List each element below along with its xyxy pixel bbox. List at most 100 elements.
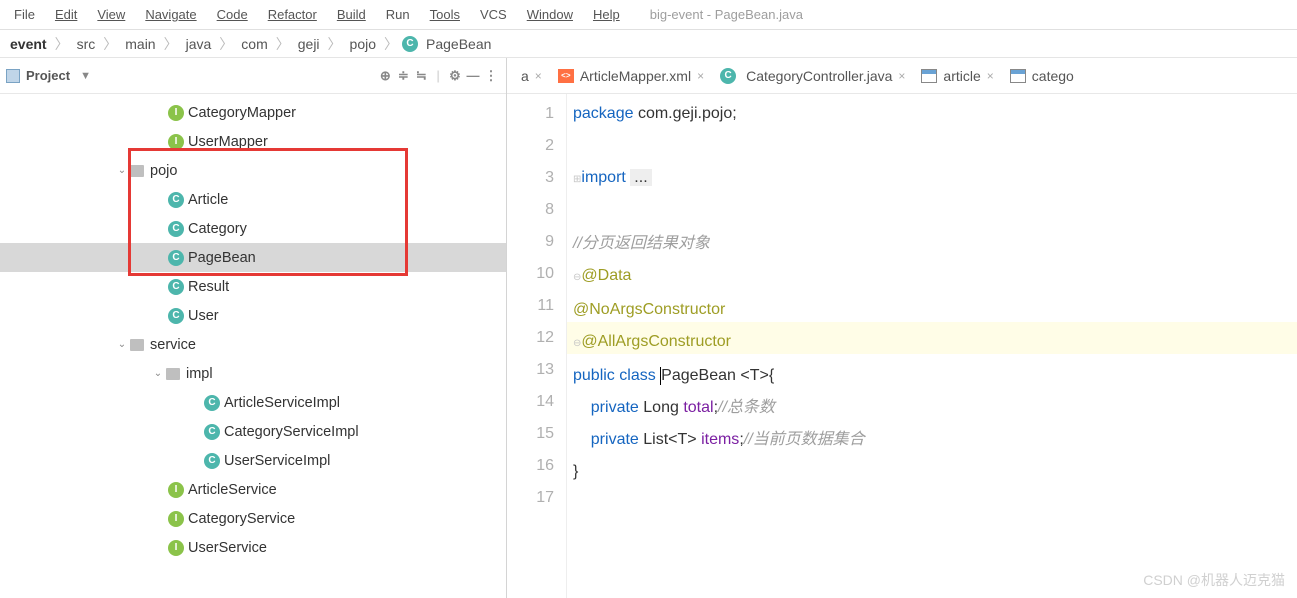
code-editor[interactable]: package com.geji.pojo; ⊞import ... //分页返… [567,94,1297,598]
crumb-class[interactable]: PageBean [422,34,495,54]
tab-article-table[interactable]: article× [913,64,1001,88]
project-tree[interactable]: ICategoryMapperIUserMapper⌄pojoCArticleC… [0,94,506,566]
menu-file[interactable]: File [4,3,45,26]
menu-window[interactable]: Window [517,3,583,26]
crumb-com[interactable]: com [237,34,271,54]
tab-articlemapper[interactable]: <>ArticleMapper.xml× [550,64,712,88]
expand-all-icon[interactable]: ≑ [394,67,412,85]
project-icon [6,69,20,83]
class-icon: C [720,68,736,84]
gear-icon[interactable]: ⚙ [446,67,464,85]
tree-label: service [150,337,196,353]
tree-item-article[interactable]: CArticle [0,185,506,214]
editor-area: a× <>ArticleMapper.xml× CCategoryControl… [507,58,1297,598]
tree-item-impl[interactable]: ⌄ impl [0,359,506,388]
hide-icon[interactable]: ⋮ [482,67,500,85]
tree-label: CategoryService [188,511,295,527]
line-number[interactable]: 16 [507,450,554,482]
tree-item-category[interactable]: CCategory [0,214,506,243]
line-number[interactable]: 12 [507,322,554,354]
iface-icon: I [168,482,184,498]
tree-item-userserviceimpl[interactable]: CUserServiceImpl [0,446,506,475]
tree-item-categoryservice[interactable]: ICategoryService [0,504,506,533]
chevron-icon[interactable]: ⌄ [114,339,130,350]
menu-refactor[interactable]: Refactor [258,3,327,26]
crumb-src[interactable]: src [73,34,100,54]
tree-item-userservice[interactable]: IUserService [0,533,506,562]
crumb-main[interactable]: main [121,34,159,54]
menu-navigate[interactable]: Navigate [135,3,206,26]
tree-item-categorymapper[interactable]: ICategoryMapper [0,98,506,127]
tree-label: pojo [150,163,177,179]
folder-icon [130,339,144,351]
locate-icon[interactable]: ⊕ [376,67,394,85]
line-number[interactable]: 10 [507,258,554,290]
line-number[interactable]: 11 [507,290,554,322]
tree-item-pagebean[interactable]: CPageBean [0,243,506,272]
project-tool-window: Project ▼ ⊕ ≑ ≒ | ⚙ — ⋮ ICategoryMapperI… [0,58,507,598]
class-icon: C [204,395,220,411]
line-number[interactable]: 17 [507,482,554,514]
tab-partial[interactable]: a× [513,64,550,88]
close-icon[interactable]: × [535,69,542,83]
close-icon[interactable]: × [898,69,905,83]
line-number[interactable]: 3 [507,162,554,194]
tree-label: UserMapper [188,134,268,150]
line-number[interactable]: 14 [507,386,554,418]
tree-item-articleservice[interactable]: IArticleService [0,475,506,504]
close-icon[interactable]: × [697,69,704,83]
line-number[interactable]: 1 [507,98,554,130]
tree-label: ArticleService [188,482,277,498]
tree-item-user[interactable]: CUser [0,301,506,330]
menu-build[interactable]: Build [327,3,376,26]
collapse-all-icon[interactable]: ≒ [412,67,430,85]
class-icon: C [168,192,184,208]
table-icon [1010,69,1026,83]
line-number[interactable]: 13 [507,354,554,386]
tree-item-usermapper[interactable]: IUserMapper [0,127,506,156]
tree-label: Article [188,192,228,208]
tree-item-articleserviceimpl[interactable]: CArticleServiceImpl [0,388,506,417]
gutter[interactable]: 123891011121314151617 [507,94,567,598]
menu-code[interactable]: Code [207,3,258,26]
tree-label: CategoryMapper [188,105,296,121]
menu-tools[interactable]: Tools [420,3,470,26]
project-label[interactable]: Project [26,68,70,83]
line-number[interactable]: 9 [507,226,554,258]
crumb-java[interactable]: java [182,34,216,54]
line-number[interactable]: 15 [507,418,554,450]
tree-label: ArticleServiceImpl [224,395,340,411]
line-number[interactable]: 2 [507,130,554,162]
iface-icon: I [168,540,184,556]
folder-icon [166,368,180,380]
crumb-project[interactable]: event [6,34,51,54]
tree-label: impl [186,366,213,382]
editor-tabs: a× <>ArticleMapper.xml× CCategoryControl… [507,58,1297,94]
tree-item-service[interactable]: ⌄ service [0,330,506,359]
tab-catego-table[interactable]: catego [1002,64,1082,88]
window-title: big-event - PageBean.java [650,7,803,22]
crumb-geji[interactable]: geji [294,34,324,54]
xml-icon: <> [558,69,574,83]
class-icon: C [168,279,184,295]
chevron-down-icon[interactable]: ▼ [80,70,91,82]
iface-icon: I [168,134,184,150]
chevron-icon[interactable]: ⌄ [114,165,130,176]
tree-item-pojo[interactable]: ⌄ pojo [0,156,506,185]
breadcrumb: event〉 src〉 main〉 java〉 com〉 geji〉 pojo〉… [0,30,1297,58]
menu-help[interactable]: Help [583,3,630,26]
menu-edit[interactable]: Edit [45,3,87,26]
line-number[interactable]: 8 [507,194,554,226]
tree-item-result[interactable]: CResult [0,272,506,301]
tree-item-categoryserviceimpl[interactable]: CCategoryServiceImpl [0,417,506,446]
crumb-pojo[interactable]: pojo [346,34,380,54]
menu-vcs[interactable]: VCS [470,3,517,26]
tab-categorycontroller[interactable]: CCategoryController.java× [712,64,913,88]
menu-run[interactable]: Run [376,3,420,26]
chevron-icon[interactable]: ⌄ [150,368,166,379]
menu-view[interactable]: View [87,3,135,26]
minimize-icon[interactable]: — [464,67,482,85]
folder-icon [130,165,144,177]
watermark: CSDN @机器人迈克猫 [1143,570,1285,590]
close-icon[interactable]: × [987,69,994,83]
